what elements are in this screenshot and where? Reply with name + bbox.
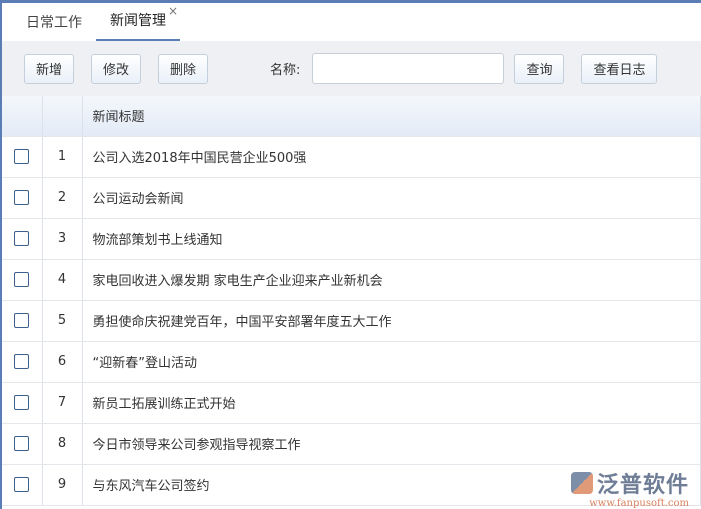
row-check-cell xyxy=(2,218,43,260)
row-number: 3 xyxy=(42,218,83,260)
row-check-cell xyxy=(2,259,43,301)
header-no xyxy=(42,96,83,137)
row-number: 6 xyxy=(42,341,83,383)
row-number: 8 xyxy=(42,423,83,465)
table-row[interactable]: 5 勇担使命庆祝建党百年，中国平安部署年度五大工作 xyxy=(2,300,701,342)
row-title[interactable]: 公司入选2018年中国民营企业500强 xyxy=(82,136,701,178)
logo-icon xyxy=(570,472,593,494)
table-row[interactable]: 2 公司运动会新闻 xyxy=(2,177,701,219)
table-row[interactable]: 8 今日市领导来公司参观指导视察工作 xyxy=(2,423,701,465)
logo-name: 泛普软件 xyxy=(596,473,689,498)
row-check-cell xyxy=(2,136,43,178)
toolbar: 新增 修改 删除 名称: 查询 查看日志 xyxy=(2,41,701,96)
row-checkbox[interactable] xyxy=(14,272,30,287)
row-title[interactable]: “迎新春”登山活动 xyxy=(82,341,701,383)
edit-button[interactable]: 修改 xyxy=(91,53,142,84)
row-checkbox[interactable] xyxy=(14,149,30,164)
table-row[interactable]: 3 物流部策划书上线通知 xyxy=(2,218,701,260)
row-check-cell xyxy=(2,382,43,424)
view-log-button[interactable]: 查看日志 xyxy=(581,53,658,84)
query-button[interactable]: 查询 xyxy=(514,53,565,84)
row-title[interactable]: 新员工拓展训练正式开始 xyxy=(82,382,701,424)
row-check-cell xyxy=(2,464,43,506)
row-checkbox[interactable] xyxy=(14,231,30,246)
name-label: 名称: xyxy=(270,63,301,78)
row-check-cell xyxy=(2,300,43,342)
row-check-cell xyxy=(2,423,43,465)
tab-label: 新闻管理 xyxy=(110,13,166,29)
row-number: 7 xyxy=(42,382,83,424)
row-number: 1 xyxy=(42,136,83,178)
delete-button[interactable]: 删除 xyxy=(158,53,209,84)
row-checkbox[interactable] xyxy=(14,190,30,205)
tab-bar: 日常工作 新闻管理 × xyxy=(2,3,701,41)
row-checkbox[interactable] xyxy=(14,354,30,369)
table-row[interactable]: 7 新员工拓展训练正式开始 xyxy=(2,382,701,424)
row-title[interactable]: 勇担使命庆祝建党百年，中国平安部署年度五大工作 xyxy=(82,300,701,342)
row-checkbox[interactable] xyxy=(14,477,30,492)
name-input[interactable] xyxy=(312,53,505,84)
row-title[interactable]: 公司运动会新闻 xyxy=(82,177,701,219)
table-header: 新闻标题 xyxy=(2,96,701,137)
header-check xyxy=(2,96,43,137)
tab-daily-work[interactable]: 日常工作 xyxy=(12,12,96,41)
add-button[interactable]: 新增 xyxy=(24,53,75,84)
row-checkbox[interactable] xyxy=(14,313,30,328)
close-icon[interactable]: × xyxy=(168,4,178,18)
row-title[interactable]: 家电回收进入爆发期 家电生产企业迎来产业新机会 xyxy=(82,259,701,301)
row-number: 5 xyxy=(42,300,83,342)
table-row[interactable]: 6 “迎新春”登山活动 xyxy=(2,341,701,383)
header-title: 新闻标题 xyxy=(82,96,701,137)
row-checkbox[interactable] xyxy=(14,395,30,410)
logo-url: www.fanpusoft.com xyxy=(589,498,689,509)
table-row[interactable]: 1 公司入选2018年中国民营企业500强 xyxy=(2,136,701,178)
row-title[interactable]: 今日市领导来公司参观指导视察工作 xyxy=(82,423,701,465)
row-check-cell xyxy=(2,177,43,219)
tab-news-management[interactable]: 新闻管理 × xyxy=(96,4,180,41)
row-checkbox[interactable] xyxy=(14,436,30,451)
table-row[interactable]: 4 家电回收进入爆发期 家电生产企业迎来产业新机会 xyxy=(2,259,701,301)
fanpu-logo: 泛普软件 www.fanpusoft.com xyxy=(570,467,689,509)
row-number: 9 xyxy=(42,464,83,506)
row-number: 4 xyxy=(42,259,83,301)
row-check-cell xyxy=(2,341,43,383)
row-title[interactable]: 物流部策划书上线通知 xyxy=(82,218,701,260)
row-number: 2 xyxy=(42,177,83,219)
news-table: 新闻标题 1 公司入选2018年中国民营企业500强 2 公司运动会新闻 3 物流部策划书… xyxy=(2,96,701,506)
